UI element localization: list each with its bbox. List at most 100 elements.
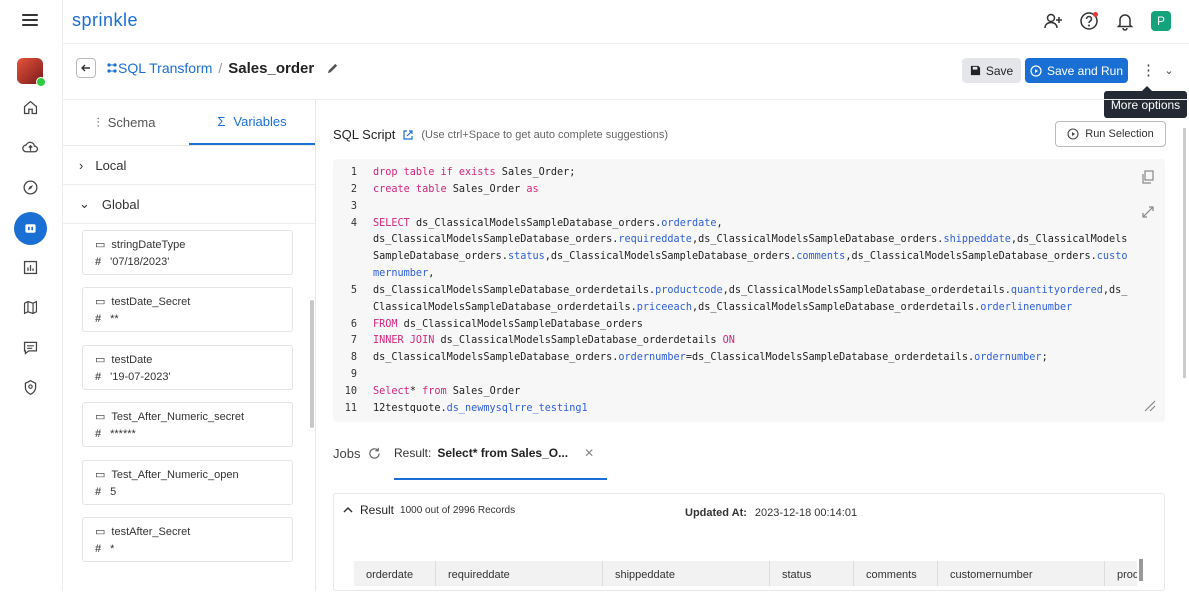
save-and-run-button[interactable]: Save and Run	[1025, 58, 1128, 83]
record-count: 1000 out of 2996 Records	[400, 504, 516, 516]
code-line: SELECT ds_ClassicalModelsSampleDatabase_…	[373, 218, 723, 229]
more-options-icon[interactable]: ⋮	[1141, 62, 1156, 80]
help-icon[interactable]	[1079, 11, 1099, 31]
variable-icon: ▭	[95, 354, 106, 366]
run-selection-button[interactable]: Run Selection	[1055, 121, 1166, 147]
result-tab[interactable]: Result: Select* from Sales_O... ✕	[394, 446, 607, 480]
left-tabs: ⫶ Schema Σ Variables	[63, 100, 315, 146]
sql-transform-icon	[107, 63, 117, 73]
column-header[interactable]: orderdate	[354, 561, 436, 586]
code-line: ds_ClassicalModelsSampleDatabase_orders.…	[373, 234, 1128, 245]
column-header[interactable]: customernumber	[938, 561, 1105, 586]
code-line: ClassicalModelsSampleDatabase_orderdetai…	[373, 302, 1073, 313]
variable-card[interactable]: ▭ stringDateType # '07/18/2023'	[82, 230, 293, 275]
breadcrumb-parent[interactable]: SQL Transform	[118, 60, 212, 76]
save-icon	[970, 65, 980, 76]
hash-icon: #	[95, 313, 102, 325]
code-line: drop table if exists Sales_Order;	[373, 167, 576, 178]
code-line: 12testquote.ds_newmysqlrre_testing1	[373, 403, 588, 414]
hash-icon: #	[95, 371, 102, 383]
add-user-icon[interactable]	[1043, 11, 1063, 31]
autocomplete-hint: (Use ctrl+Space to get auto complete sug…	[421, 128, 669, 141]
refresh-icon[interactable]	[368, 447, 381, 460]
sql-script-header: SQL Script (Use ctrl+Space to get auto c…	[333, 127, 668, 142]
back-button[interactable]	[76, 58, 96, 78]
variable-value: **	[110, 313, 119, 325]
sql-editor[interactable]: 1 2 3 4 5 6 7 8 9 10 11 drop table if ex…	[333, 159, 1165, 422]
save-button[interactable]: Save	[962, 58, 1021, 83]
code-line: ds_ClassicalModelsSampleDatabase_orderde…	[373, 285, 1128, 296]
cloud-upload-icon[interactable]	[20, 137, 40, 157]
line-number: 7	[350, 335, 357, 346]
variable-card[interactable]: ▭ testAfter_Secret # *	[82, 517, 293, 562]
menu-icon[interactable]	[22, 14, 38, 28]
map-icon[interactable]	[20, 297, 40, 317]
notification-bell-icon[interactable]	[1115, 11, 1135, 31]
save-label: Save	[985, 63, 1014, 78]
variable-card[interactable]: ▭ Test_After_Numeric_secret # ******	[82, 402, 293, 447]
column-header[interactable]: shippeddate	[603, 561, 770, 586]
code-line: FROM ds_ClassicalModelsSampleDatabase_or…	[373, 319, 643, 330]
copy-icon[interactable]	[1141, 170, 1155, 184]
variable-value: *	[110, 543, 115, 555]
reports-icon[interactable]	[20, 257, 40, 277]
home-icon[interactable]	[20, 97, 40, 117]
code-line: SampleDatabase_orders.status,ds_Classica…	[373, 251, 1128, 262]
column-header[interactable]: status	[770, 561, 854, 586]
breadcrumb: SQL Transform / Sales_order	[76, 56, 339, 80]
variable-name: testAfter_Secret	[111, 525, 191, 538]
schema-icon: ⫶	[96, 114, 100, 130]
workspace-logo[interactable]	[17, 58, 46, 87]
user-avatar[interactable]: P	[1151, 11, 1171, 31]
tab-variables[interactable]: Σ Variables	[189, 100, 315, 145]
tab-schema[interactable]: ⫶ Schema	[63, 100, 189, 145]
shield-icon[interactable]	[20, 377, 40, 397]
tree-local[interactable]: › Local	[63, 146, 315, 185]
column-header[interactable]: prod	[1105, 561, 1137, 586]
edit-pencil-icon[interactable]	[326, 62, 339, 75]
line-number: 8	[350, 352, 357, 363]
column-header[interactable]: comments	[854, 561, 938, 586]
tree-global[interactable]: ⌄ Global	[63, 185, 315, 224]
code-line: ds_ClassicalModelsSampleDatabase_orders.…	[373, 352, 1048, 363]
line-number: 10	[344, 386, 357, 397]
breadcrumb-separator: /	[218, 60, 223, 76]
compass-icon[interactable]	[20, 177, 40, 197]
hash-icon: #	[95, 486, 102, 498]
chevron-right-icon: ›	[79, 157, 84, 173]
variable-name: testDate_Secret	[111, 295, 191, 308]
variable-card[interactable]: ▭ Test_After_Numeric_open #5	[82, 460, 293, 505]
external-link-icon[interactable]	[402, 129, 414, 141]
expand-icon[interactable]	[1141, 205, 1155, 219]
brand-logo[interactable]: sprinkle	[72, 10, 138, 31]
variable-value: '19-07-2023'	[110, 371, 171, 383]
table-scrollbar[interactable]	[1139, 559, 1143, 581]
column-header[interactable]: requireddate	[436, 561, 603, 586]
chevron-up-icon[interactable]	[342, 504, 354, 516]
variable-icon: ▭	[95, 411, 106, 423]
panel-scrollbar[interactable]	[310, 300, 314, 428]
tab-variables-label: Variables	[233, 114, 287, 129]
transform-icon[interactable]	[14, 212, 47, 245]
line-number: 1	[350, 167, 357, 178]
sql-script-title: SQL Script	[333, 127, 396, 142]
variable-icon: ▭	[95, 239, 106, 251]
code-line: INNER JOIN ds_ClassicalModelsSampleDatab…	[373, 335, 735, 346]
variable-value: ******	[110, 428, 136, 440]
variable-value: '07/18/2023'	[110, 256, 170, 268]
arrow-left-icon	[81, 64, 90, 72]
jobs-tab[interactable]: Jobs	[333, 446, 381, 461]
chevron-down-icon[interactable]: ⌄	[1163, 62, 1175, 80]
variable-name: stringDateType	[111, 238, 186, 251]
resize-handle-icon[interactable]	[1143, 399, 1157, 413]
message-icon[interactable]	[20, 337, 40, 357]
line-number: 3	[350, 201, 357, 212]
variable-icon: ▭	[95, 469, 106, 481]
variable-name: Test_After_Numeric_open	[111, 468, 239, 481]
variable-card[interactable]: ▭ testDate_Secret # **	[82, 287, 293, 332]
hash-icon: #	[95, 256, 102, 268]
variable-card[interactable]: ▭ testDate # '19-07-2023'	[82, 345, 293, 390]
main-scrollbar[interactable]	[1183, 128, 1186, 378]
close-icon[interactable]: ✕	[584, 446, 594, 460]
result-panel: Result 1000 out of 2996 Records Updated …	[333, 493, 1165, 591]
